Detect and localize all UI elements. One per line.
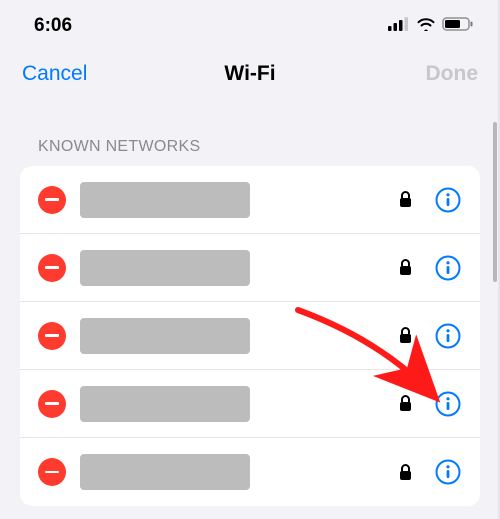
- wifi-icon: [416, 17, 436, 36]
- lock-icon: [399, 259, 412, 276]
- nav-bar: Cancel Wi-Fi Done: [0, 48, 500, 100]
- minus-icon: [45, 402, 59, 405]
- section-header: KNOWN NETWORKS: [0, 100, 500, 166]
- info-button[interactable]: [434, 186, 462, 214]
- network-name: [80, 250, 250, 286]
- delete-button[interactable]: [38, 458, 66, 486]
- network-name: [80, 318, 250, 354]
- battery-icon: [442, 17, 474, 36]
- lock-icon: [399, 395, 412, 412]
- delete-button[interactable]: [38, 254, 66, 282]
- cancel-button[interactable]: Cancel: [22, 62, 87, 86]
- network-row[interactable]: [20, 234, 480, 302]
- info-button[interactable]: [434, 322, 462, 350]
- known-networks-list: [20, 166, 480, 506]
- delete-button[interactable]: [38, 390, 66, 418]
- network-name: [80, 454, 250, 490]
- minus-icon: [45, 198, 59, 201]
- delete-button[interactable]: [38, 322, 66, 350]
- cellular-icon: [388, 17, 410, 36]
- done-button[interactable]: Done: [426, 62, 479, 86]
- network-name: [80, 386, 250, 422]
- minus-icon: [45, 471, 59, 474]
- network-row[interactable]: [20, 370, 480, 438]
- status-bar: 6:06: [0, 0, 500, 48]
- info-button[interactable]: [434, 390, 462, 418]
- network-row[interactable]: [20, 166, 480, 234]
- network-row[interactable]: [20, 302, 480, 370]
- info-button[interactable]: [434, 254, 462, 282]
- lock-icon: [399, 191, 412, 208]
- lock-icon: [399, 327, 412, 344]
- network-name: [80, 182, 250, 218]
- info-button[interactable]: [434, 458, 462, 486]
- delete-button[interactable]: [38, 186, 66, 214]
- lock-icon: [399, 464, 412, 481]
- network-row[interactable]: [20, 438, 480, 506]
- status-icons: [388, 17, 474, 36]
- page-title: Wi-Fi: [224, 62, 275, 86]
- minus-icon: [45, 266, 59, 269]
- status-time: 6:06: [34, 15, 72, 37]
- minus-icon: [45, 334, 59, 337]
